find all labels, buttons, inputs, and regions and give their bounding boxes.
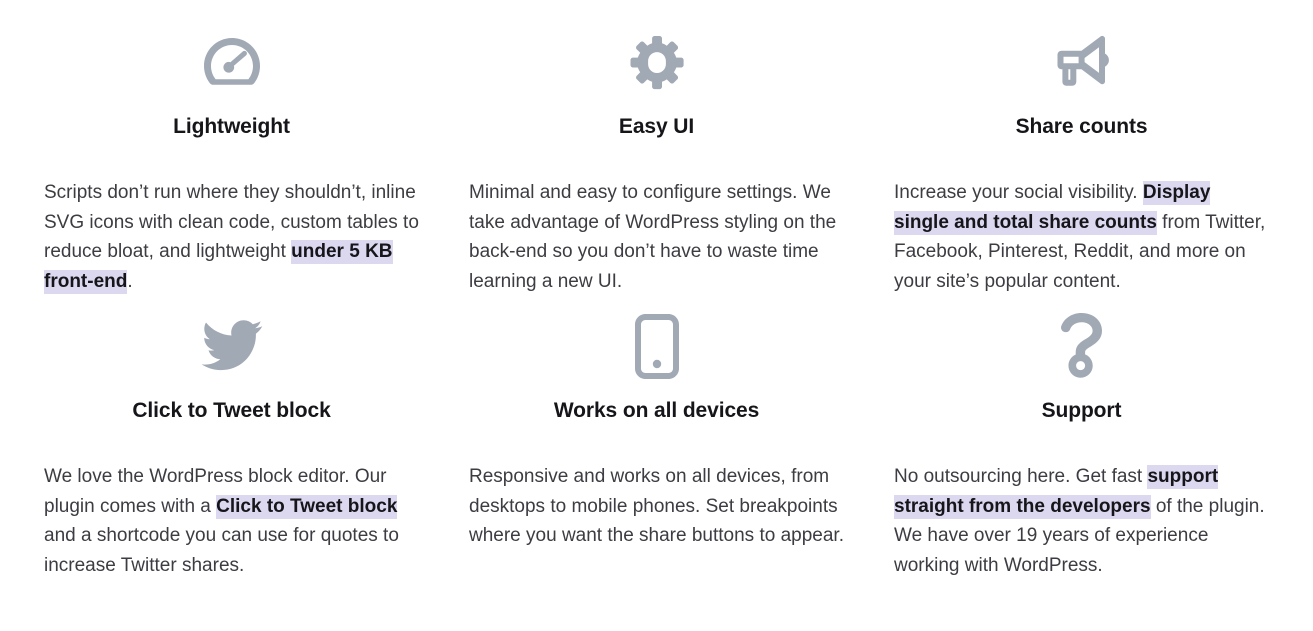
- feature-body: Responsive and works on all devices, fro…: [469, 466, 844, 546]
- highlighted-text: under 5 KB front-end: [44, 240, 393, 294]
- megaphone-icon: [894, 26, 1269, 98]
- feature-card-lightweight: Lightweight Scripts don’t run where they…: [44, 0, 419, 296]
- highlighted-text: Click to Tweet block: [216, 494, 398, 519]
- feature-title: Click to Tweet block: [132, 399, 331, 422]
- feature-title: Support: [1041, 399, 1122, 422]
- feature-card-support: Support No outsourcing here. Get fast su…: [894, 296, 1269, 580]
- highlighted-text: support straight from the developers: [894, 465, 1219, 519]
- feature-title: Easy UI: [618, 115, 695, 138]
- twitter-bird-icon: [44, 310, 419, 382]
- speedometer-icon: [44, 26, 419, 98]
- features-grid-row-2: Click to Tweet block We love the WordPre…: [0, 296, 1313, 580]
- feature-body: No outsourcing here. Get fast support st…: [894, 465, 1265, 576]
- feature-title: Works on all devices: [553, 399, 760, 422]
- feature-title: Share counts: [1015, 115, 1148, 138]
- feature-body: We love the WordPress block editor. Our …: [44, 466, 399, 576]
- feature-body: Increase your social visibility. Display…: [894, 181, 1266, 292]
- feature-body: Minimal and easy to configure settings. …: [469, 182, 837, 292]
- feature-title: Lightweight: [173, 115, 290, 138]
- feature-body: Scripts don’t run where they shouldn’t, …: [44, 182, 419, 294]
- highlighted-text: Display single and total share counts: [894, 181, 1211, 235]
- gear-icon: [469, 26, 844, 98]
- feature-card-click-to-tweet: Click to Tweet block We love the WordPre…: [44, 296, 419, 580]
- feature-card-easy-ui: Easy UI Minimal and easy to configure se…: [469, 0, 844, 296]
- feature-card-works-on-all-devices: Works on all devices Responsive and work…: [469, 296, 844, 580]
- features-grid-row-1: Lightweight Scripts don’t run where they…: [0, 0, 1313, 296]
- question-mark-icon: [894, 310, 1269, 382]
- feature-card-share-counts: Share counts Increase your social visibi…: [894, 0, 1269, 296]
- mobile-phone-icon: [469, 310, 844, 382]
